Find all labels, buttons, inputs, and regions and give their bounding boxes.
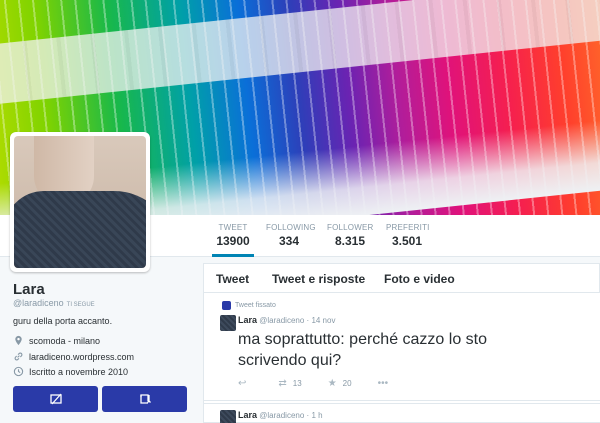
- stat-value: 13900: [216, 234, 250, 248]
- profile-avatar[interactable]: [10, 132, 150, 272]
- reply-icon: ↩: [238, 378, 247, 389]
- avatar-shirt: [14, 191, 146, 268]
- tweet-author-name[interactable]: Lara: [238, 410, 257, 420]
- stat-followers[interactable]: FOLLOWER 8.315: [327, 223, 373, 248]
- clock-icon: [13, 366, 24, 377]
- stat-following[interactable]: FOLLOWING 334: [266, 223, 316, 248]
- tweet-stream: Tweet fissato Lara @laradiceno · 14 nov …: [203, 293, 600, 423]
- retweet-icon: [139, 394, 151, 404]
- tweet-separator: ·: [306, 316, 310, 325]
- tweet-header: Lara @laradiceno · 14 nov: [238, 315, 335, 325]
- tweet-time[interactable]: 1 h: [311, 411, 322, 420]
- profile-name[interactable]: Lara: [13, 281, 45, 298]
- tweet-author-handle[interactable]: @laradiceno: [259, 316, 304, 325]
- retweet-count: 13: [292, 379, 302, 388]
- profile-handle: @laradiceno TI SEGUE: [13, 298, 95, 308]
- joined-text: Iscritto a novembre 2010: [29, 366, 129, 377]
- retweet-icon: ⇄: [278, 378, 287, 389]
- website-link[interactable]: laradiceno.wordpress.com: [29, 352, 134, 362]
- follows-you-badge: TI SEGUE: [66, 302, 95, 308]
- tweet-item[interactable]: Lara @laradiceno · 1 h: [204, 403, 600, 423]
- profile-location: scomoda - milano: [13, 335, 100, 346]
- tweet-author-handle[interactable]: @laradiceno: [259, 411, 304, 420]
- more-icon: •••: [377, 378, 389, 389]
- retweet-action[interactable]: ⇄ 13: [278, 378, 301, 389]
- favorite-count: 20: [342, 379, 352, 388]
- stat-label: TWEET: [218, 223, 248, 232]
- stat-value: 334: [278, 234, 300, 248]
- tweet-text: ma soprattutto: perché cazzo lo sto scri…: [238, 331, 488, 369]
- avatar-image: [14, 136, 146, 268]
- tab-tweet[interactable]: Tweet: [216, 272, 249, 286]
- stat-value: 3.501: [391, 234, 423, 248]
- pin-icon: [222, 301, 231, 310]
- stat-value: 8.315: [334, 234, 366, 248]
- profile-bio: guru della porta accanto.: [13, 316, 113, 326]
- tweet-actions: ↩ ⇄ 13 ★ 20 •••: [238, 378, 420, 389]
- stat-label: FOLLOWER: [327, 223, 374, 232]
- message-button[interactable]: [13, 386, 98, 412]
- tweet-header: Lara @laradiceno · 1 h: [238, 410, 323, 420]
- tweet-time[interactable]: 14 nov: [311, 316, 335, 325]
- pinned-context: Tweet fissato: [222, 301, 276, 310]
- stat-tweets[interactable]: TWEET 13900: [212, 223, 254, 257]
- star-icon: ★: [327, 378, 337, 389]
- message-icon: [49, 393, 62, 405]
- profile-website: laradiceno.wordpress.com: [13, 351, 134, 362]
- favorite-action[interactable]: ★ 20: [328, 378, 352, 389]
- stat-favorites[interactable]: PREFERITI 3.501: [386, 223, 430, 248]
- timeline-tabs: Tweet Tweet e risposte Foto e video: [203, 263, 600, 293]
- tweet-author-name[interactable]: Lara: [238, 315, 257, 325]
- profile-handle-text: @laradiceno: [13, 298, 64, 308]
- more-action[interactable]: •••: [378, 378, 395, 389]
- location-text: scomoda - milano: [29, 335, 101, 346]
- stat-label: PREFERITI: [386, 223, 430, 232]
- tweet-avatar[interactable]: [220, 315, 236, 331]
- pinned-label: Tweet fissato: [235, 302, 276, 309]
- tab-foto-e-video[interactable]: Foto e video: [384, 272, 455, 286]
- link-icon: [14, 352, 23, 361]
- tweet-item[interactable]: Tweet fissato Lara @laradiceno · 14 nov …: [204, 293, 600, 401]
- tweet-avatar[interactable]: [220, 410, 236, 423]
- retweet-profile-button[interactable]: [102, 386, 187, 412]
- profile-joined: Iscritto a novembre 2010: [13, 366, 128, 377]
- tab-tweet-e-risposte[interactable]: Tweet e risposte: [272, 272, 365, 286]
- reply-action[interactable]: ↩: [238, 378, 252, 389]
- stat-label: FOLLOWING: [266, 223, 316, 232]
- tweet-separator: ·: [306, 411, 310, 420]
- location-pin-icon: [15, 335, 22, 346]
